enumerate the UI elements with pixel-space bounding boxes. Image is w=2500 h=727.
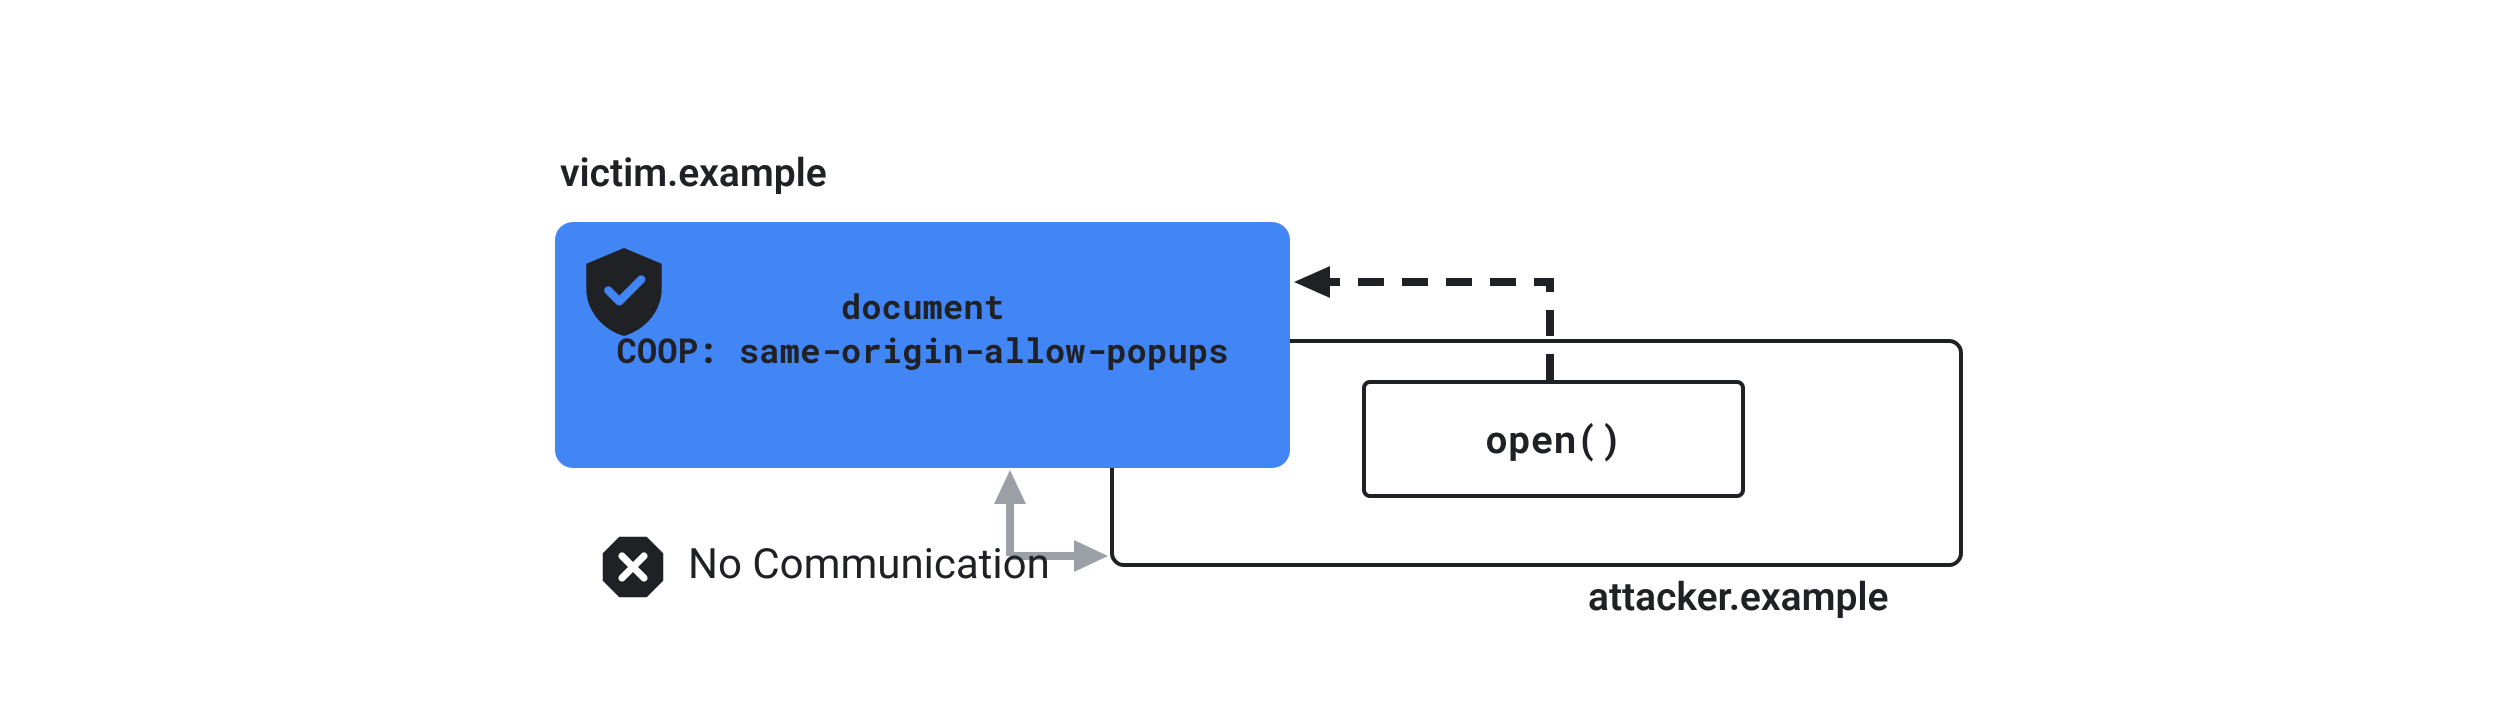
open-call-label: open() xyxy=(1485,414,1622,464)
victim-document: document COOP: same-origin-allow-popups xyxy=(555,222,1290,468)
open-call-box: open() xyxy=(1362,380,1745,498)
no-communication-label: No Communication xyxy=(688,540,1050,589)
victim-title: victim.example xyxy=(560,150,827,196)
victim-coop-header: COOP: same-origin-allow-popups xyxy=(555,328,1290,373)
victim-doc-label: document xyxy=(555,284,1290,329)
shield-check-icon xyxy=(586,248,662,336)
diagram-stage: document COOP: same-origin-allow-popups … xyxy=(0,0,2500,727)
x-octagon-icon xyxy=(600,534,666,600)
attacker-title: attacker.example xyxy=(1588,574,1889,620)
